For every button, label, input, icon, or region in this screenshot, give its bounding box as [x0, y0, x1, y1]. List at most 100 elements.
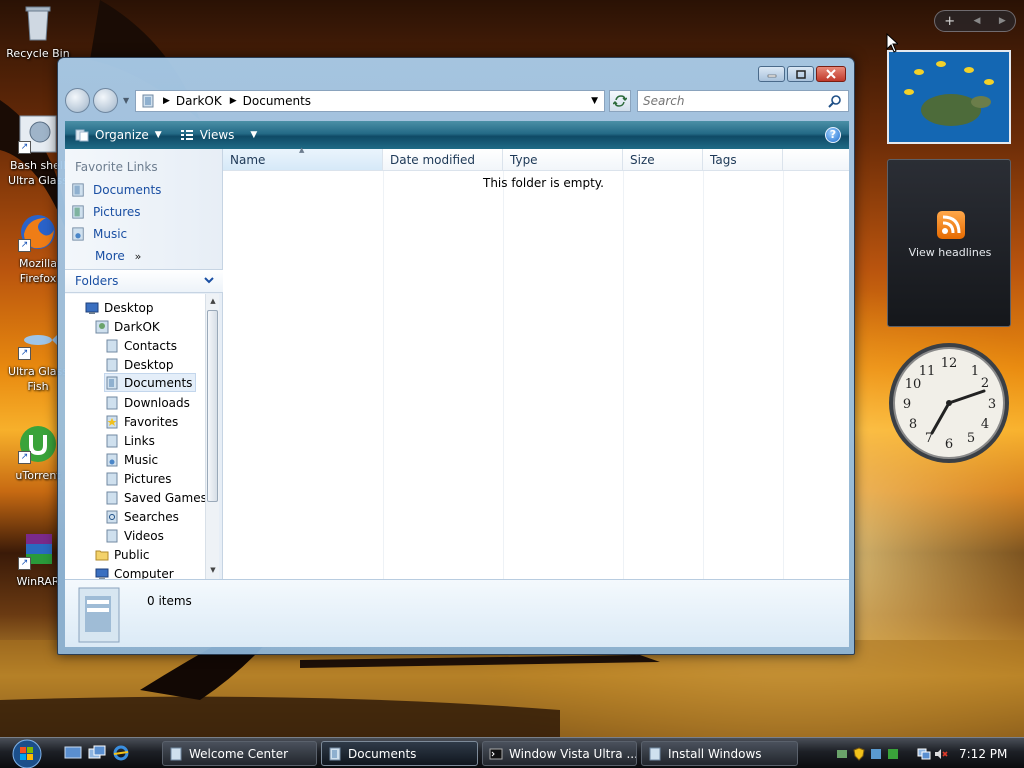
tree-item-videos[interactable]: Videos	[105, 526, 164, 545]
slideshow-gadget[interactable]	[887, 50, 1011, 144]
forward-button[interactable]	[93, 88, 118, 113]
tree-item-desktop-root[interactable]: Desktop	[85, 298, 154, 317]
favorite-link-documents[interactable]: Documents	[71, 181, 161, 199]
breadcrumb-darkok[interactable]: DarkOK	[176, 94, 222, 108]
tree-item-favorites[interactable]: Favorites	[105, 412, 178, 431]
views-menu-button[interactable]: Views ▼	[180, 128, 258, 142]
column-header-size[interactable]: Size	[623, 149, 703, 171]
refresh-button[interactable]	[609, 90, 631, 112]
tree-item-documents[interactable]: Documents	[104, 373, 197, 392]
address-bar[interactable]: ▶ DarkOK ▶ Documents ▼	[135, 90, 605, 112]
favorite-link-pictures[interactable]: Pictures	[71, 203, 141, 221]
column-header-filler	[783, 149, 849, 171]
tree-item-downloads[interactable]: Downloads	[105, 393, 190, 412]
fish-icon: ↗	[18, 320, 58, 360]
clock-gadget[interactable]: 12 1 2 345 678 9 10 11	[886, 340, 1012, 466]
sort-ascending-icon: ▲	[299, 146, 305, 154]
svg-text:2: 2	[981, 376, 989, 391]
windows-defender-tray-icon[interactable]	[869, 747, 883, 761]
taskbar-button-install-windows[interactable]: Install Windows	[641, 741, 798, 766]
tree-item-label: Desktop	[124, 357, 174, 372]
maximize-button[interactable]	[787, 66, 814, 82]
tree-item-public[interactable]: Public	[95, 545, 150, 564]
show-desktop-icon[interactable]	[64, 745, 82, 761]
tree-item-computer[interactable]: Computer	[95, 564, 174, 579]
tree-item-music[interactable]: Music	[105, 450, 158, 469]
column-header-type[interactable]: Type	[503, 149, 623, 171]
welcome-center-icon	[170, 747, 182, 760]
taskbar-button-welcome-center[interactable]: Welcome Center	[162, 741, 317, 766]
svg-text:4: 4	[981, 417, 989, 432]
scroll-thumb[interactable]	[207, 310, 218, 502]
tree-item-label: Music	[124, 452, 159, 467]
taskbar-button-label: Welcome Center	[189, 746, 289, 761]
folders-header[interactable]: Folders	[65, 269, 223, 293]
favorite-link-label: Music	[93, 227, 128, 241]
firefox-icon: ↗	[18, 212, 58, 252]
column-header-date-modified[interactable]: Date modified	[383, 149, 503, 171]
internet-explorer-icon[interactable]	[112, 745, 130, 761]
column-divider	[383, 171, 384, 579]
tree-item-contacts[interactable]: Contacts	[105, 336, 177, 355]
column-header-label: Name	[230, 152, 266, 167]
minimize-icon	[767, 74, 776, 78]
mouse-cursor-icon	[886, 33, 898, 53]
tree-item-darkok[interactable]: DarkOK	[95, 317, 160, 336]
column-divider	[703, 171, 704, 579]
tree-item-saved-games[interactable]: Saved Games	[105, 488, 205, 507]
taskbar-button-documents[interactable]: Documents	[321, 741, 478, 766]
folder-tree-scrollbar[interactable]: ▲ ▼	[205, 294, 219, 579]
column-divider	[503, 171, 504, 579]
favorites-folder-icon	[106, 415, 118, 428]
scroll-up-icon[interactable]: ▲	[208, 297, 218, 307]
downloads-folder-icon	[106, 396, 118, 409]
address-dropdown-icon[interactable]: ▼	[591, 96, 598, 106]
tree-item-searches[interactable]: Searches	[105, 507, 179, 526]
security-shield-tray-icon[interactable]	[852, 746, 866, 761]
taskbar-clock[interactable]: 7:12 PM	[959, 747, 1007, 761]
switch-windows-icon[interactable]	[88, 745, 106, 761]
feed-headlines-gadget[interactable]: View headlines	[887, 159, 1011, 327]
back-button[interactable]	[65, 88, 90, 113]
organize-icon	[75, 129, 89, 142]
more-links-button[interactable]: More »	[95, 249, 141, 263]
tree-item-desktop[interactable]: Desktop	[105, 355, 174, 374]
network-tray-icon[interactable]	[835, 747, 849, 761]
view-headlines-link[interactable]: View headlines	[888, 246, 1012, 259]
volume-muted-icon[interactable]	[934, 747, 948, 761]
search-field[interactable]	[637, 90, 849, 112]
minimize-button[interactable]	[758, 66, 785, 82]
help-button[interactable]: ?	[825, 127, 841, 143]
pictures-folder-icon	[72, 205, 84, 219]
breadcrumb-documents[interactable]: Documents	[243, 94, 311, 108]
more-links-label: More	[95, 249, 125, 263]
next-page-icon[interactable]: ▶	[999, 16, 1006, 26]
favorite-link-music[interactable]: Music	[71, 225, 127, 243]
tree-item-label: Downloads	[124, 395, 190, 410]
taskbar-button-command-prompt[interactable]: Window Vista Ultra ...	[482, 741, 637, 766]
search-input[interactable]	[638, 94, 818, 108]
sidebar-toolbar: + ◀ ▶	[934, 10, 1016, 32]
tree-item-pictures[interactable]: Pictures	[105, 469, 172, 488]
turtle-photo-icon	[889, 52, 1009, 142]
chevron-down-icon: ▼	[250, 130, 258, 140]
scroll-down-icon[interactable]: ▼	[208, 566, 218, 576]
column-header-label: Type	[510, 152, 538, 167]
recent-pages-chevron-icon[interactable]: ▼	[123, 96, 129, 105]
column-header-name[interactable]: Name ▲	[223, 146, 383, 171]
column-header-tags[interactable]: Tags	[703, 149, 783, 171]
start-button[interactable]	[8, 739, 46, 768]
taskbar-button-label: Documents	[348, 746, 417, 761]
close-button[interactable]	[816, 66, 846, 82]
svg-text:11: 11	[919, 364, 936, 379]
organize-menu-button[interactable]: Organize ▼	[75, 128, 162, 142]
network-connection-icon[interactable]	[917, 747, 931, 761]
contacts-folder-icon	[106, 339, 118, 352]
svg-text:10: 10	[905, 377, 922, 392]
tree-item-links[interactable]: Links	[105, 431, 155, 450]
previous-page-icon[interactable]: ◀	[974, 16, 981, 26]
search-icon[interactable]	[828, 94, 842, 108]
update-tray-icon[interactable]	[886, 747, 900, 761]
add-gadget-icon[interactable]: +	[944, 14, 955, 29]
recycle-bin-desktop-icon[interactable]: Recycle Bin	[0, 2, 76, 61]
